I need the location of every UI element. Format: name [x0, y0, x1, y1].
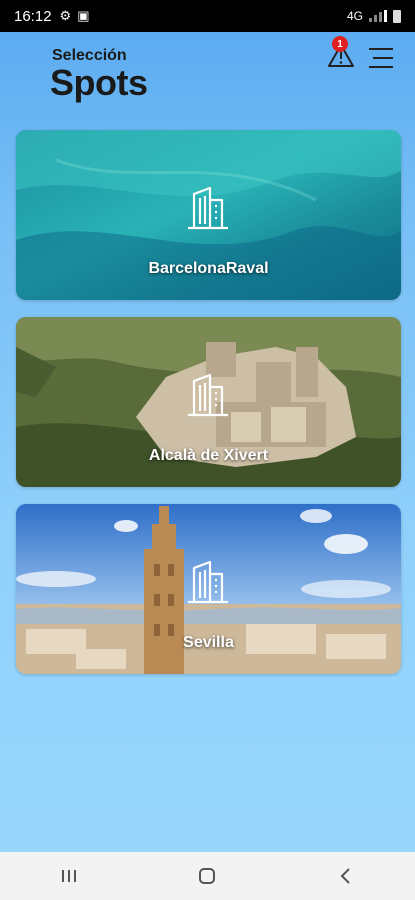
network-type: 4G: [346, 9, 363, 23]
header: Selección Spots 1: [0, 32, 415, 112]
city-buildings-icon: [188, 560, 228, 604]
signal-icon: [369, 10, 387, 22]
battery-icon: [393, 9, 401, 23]
back-button[interactable]: [326, 861, 366, 891]
page-title: Spots: [50, 62, 148, 103]
menu-button[interactable]: [368, 46, 394, 70]
settings-gear-icon: ⚙: [59, 8, 72, 23]
alert-count-badge: 1: [332, 36, 348, 52]
home-icon: [199, 868, 216, 884]
recent-apps-button[interactable]: [49, 861, 89, 891]
city-buildings-icon: [188, 186, 228, 230]
recent-apps-icon: [62, 870, 77, 882]
hamburger-menu-icon: [369, 48, 393, 68]
spot-card-alcala[interactable]: Alcalà de Xivert: [16, 317, 401, 487]
spot-name: Alcalà de Xivert: [148, 447, 269, 464]
city-buildings-icon: [188, 373, 228, 417]
system-nav-bar: [0, 852, 415, 900]
back-chevron-icon: [340, 868, 350, 884]
spot-name: Sevilla: [183, 634, 234, 651]
spot-card-barcelona[interactable]: BarcelonaRaval: [16, 130, 401, 300]
notification-icon: ▣: [77, 8, 90, 23]
status-time: 16:12: [14, 7, 52, 25]
spot-card-sevilla[interactable]: Sevilla: [16, 504, 401, 674]
status-bar: 16:12 ⚙ ▣ 4G: [0, 0, 415, 32]
home-button[interactable]: [187, 861, 227, 891]
spot-name: BarcelonaRaval: [148, 260, 269, 277]
